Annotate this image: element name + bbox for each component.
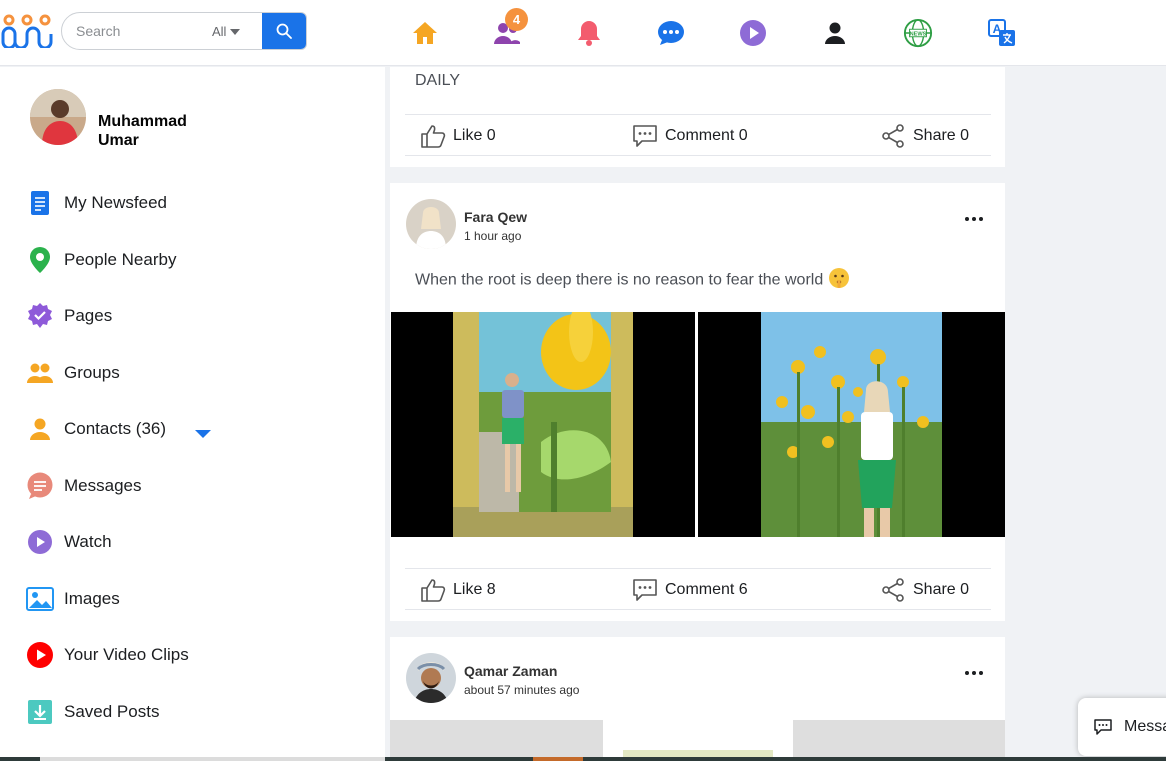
sidebar-item-images[interactable]: Images (24, 583, 120, 615)
chevron-down-icon[interactable] (195, 430, 211, 438)
post-photo[interactable] (698, 312, 1005, 537)
sidebar-item-label: Contacts (36) (64, 419, 167, 438)
more-options-icon[interactable] (965, 216, 983, 222)
search-icon (276, 23, 292, 39)
share-button[interactable]: Share 0 (879, 115, 969, 157)
post-author[interactable]: Fara Qew (464, 209, 527, 225)
search-input[interactable] (62, 13, 202, 49)
groups-icon (24, 357, 56, 389)
search-filter-select[interactable]: All (212, 24, 226, 39)
like-button[interactable]: Like 0 (419, 115, 496, 157)
pages-badge-icon (24, 300, 56, 332)
comment-button[interactable]: Comment 6 (631, 569, 748, 611)
messages-icon (24, 470, 56, 502)
images-icon (24, 583, 56, 615)
sidebar-item-label: Messages (64, 476, 142, 495)
chat-icon[interactable] (656, 18, 686, 48)
post-actions: Like 8 Comment 6 Share 0 (405, 568, 991, 610)
post-actions: Like 0 Comment 0 Share 0 (405, 114, 991, 156)
share-count: Share 0 (913, 581, 970, 598)
post-author[interactable]: Qamar Zaman (464, 663, 557, 679)
svg-text:NEWS: NEWS (910, 31, 927, 37)
sidebar-item-your-video-clips[interactable]: Your Video Clips (24, 639, 189, 671)
translate-icon[interactable]: A (987, 18, 1017, 48)
friend-requests-badge[interactable]: 4 (505, 8, 528, 31)
share-icon (879, 122, 907, 150)
sidebar-item-saved-posts[interactable]: Saved Posts (24, 696, 159, 728)
sidebar-item-people-nearby[interactable]: People Nearby (24, 244, 176, 276)
share-icon (879, 576, 907, 604)
sidebar-item-label: Watch (64, 532, 112, 551)
thumbs-up-icon (419, 576, 447, 604)
taskbar-strip (0, 757, 1166, 761)
sidebar-item-messages[interactable]: Messages (24, 470, 141, 502)
saved-posts-icon (24, 696, 56, 728)
sidebar-item-watch[interactable]: Watch (24, 526, 112, 558)
post-text-content: When the root is deep there is no reason… (415, 271, 824, 289)
sidebar-item-my-newsfeed[interactable]: My Newsfeed (24, 187, 167, 219)
news-feed: DAILY Like 0 Comment 0 Share 0 Fara Qew … (390, 67, 1005, 761)
sidebar-item-label: Pages (64, 306, 113, 325)
messenger-chat-chip[interactable]: Messa (1078, 698, 1166, 756)
play-icon[interactable] (738, 18, 768, 48)
like-count: Like 0 (453, 127, 496, 144)
comment-button[interactable]: Comment 0 (631, 115, 748, 157)
post-timestamp[interactable]: 1 hour ago (464, 229, 521, 243)
top-navigation-bar: All 4 NEWS A (0, 0, 1166, 66)
profile-icon[interactable] (820, 18, 850, 48)
sidebar-item-label: My Newsfeed (64, 193, 167, 212)
avatar[interactable] (406, 653, 456, 703)
post-photo[interactable] (390, 720, 1005, 761)
sidebar-item-label: Your Video Clips (64, 645, 189, 664)
sidebar-item-label: People Nearby (64, 250, 177, 269)
profile-name[interactable]: Muhammad Umar (98, 112, 218, 150)
news-globe-icon[interactable]: NEWS (903, 18, 933, 48)
sidebar-item-label: Groups (64, 363, 120, 382)
sidebar-item-label: Images (64, 589, 120, 608)
post-timestamp[interactable]: about 57 minutes ago (464, 683, 579, 697)
shushing-face-emoji-icon (828, 267, 850, 294)
comment-count: Comment 0 (665, 127, 748, 144)
left-sidebar: Muhammad Umar My Newsfeed People Nearby … (0, 67, 385, 761)
post-photo[interactable] (391, 312, 695, 537)
sidebar-item-contacts[interactable]: Contacts (36) (24, 413, 166, 445)
share-count: Share 0 (913, 127, 970, 144)
contact-icon (24, 413, 56, 445)
sidebar-item-groups[interactable]: Groups (24, 357, 120, 389)
comment-icon (631, 576, 659, 604)
chevron-down-icon[interactable] (230, 29, 240, 35)
post-card: Qamar Zaman about 57 minutes ago (390, 637, 1005, 761)
avatar[interactable] (30, 89, 86, 145)
search-button[interactable] (262, 13, 306, 49)
sidebar-item-label: Saved Posts (64, 702, 160, 721)
site-logo[interactable] (0, 12, 54, 50)
avatar[interactable] (406, 199, 456, 249)
share-button[interactable]: Share 0 (879, 569, 969, 611)
thumbs-up-icon (419, 122, 447, 150)
comment-count: Comment 6 (665, 581, 748, 598)
location-pin-icon (24, 244, 56, 276)
sidebar-item-pages[interactable]: Pages (24, 300, 112, 332)
newsfeed-icon (24, 187, 56, 219)
watch-icon (24, 526, 56, 558)
post-text: DAILY (415, 72, 461, 89)
bell-icon[interactable] (574, 18, 604, 48)
video-clips-icon (24, 639, 56, 671)
more-options-icon[interactable] (965, 670, 983, 676)
search-box: All (61, 12, 307, 50)
post-card: DAILY Like 0 Comment 0 Share 0 (390, 67, 1005, 167)
like-count: Like 8 (453, 581, 496, 598)
post-card: Fara Qew 1 hour ago When the root is dee… (390, 183, 1005, 621)
home-icon[interactable] (410, 18, 440, 48)
messenger-chip-label: Messa (1124, 718, 1166, 735)
comment-icon (631, 122, 659, 150)
like-button[interactable]: Like 8 (419, 569, 496, 611)
chat-bubble-icon (1094, 719, 1112, 735)
post-text: When the root is deep there is no reason… (415, 267, 850, 294)
